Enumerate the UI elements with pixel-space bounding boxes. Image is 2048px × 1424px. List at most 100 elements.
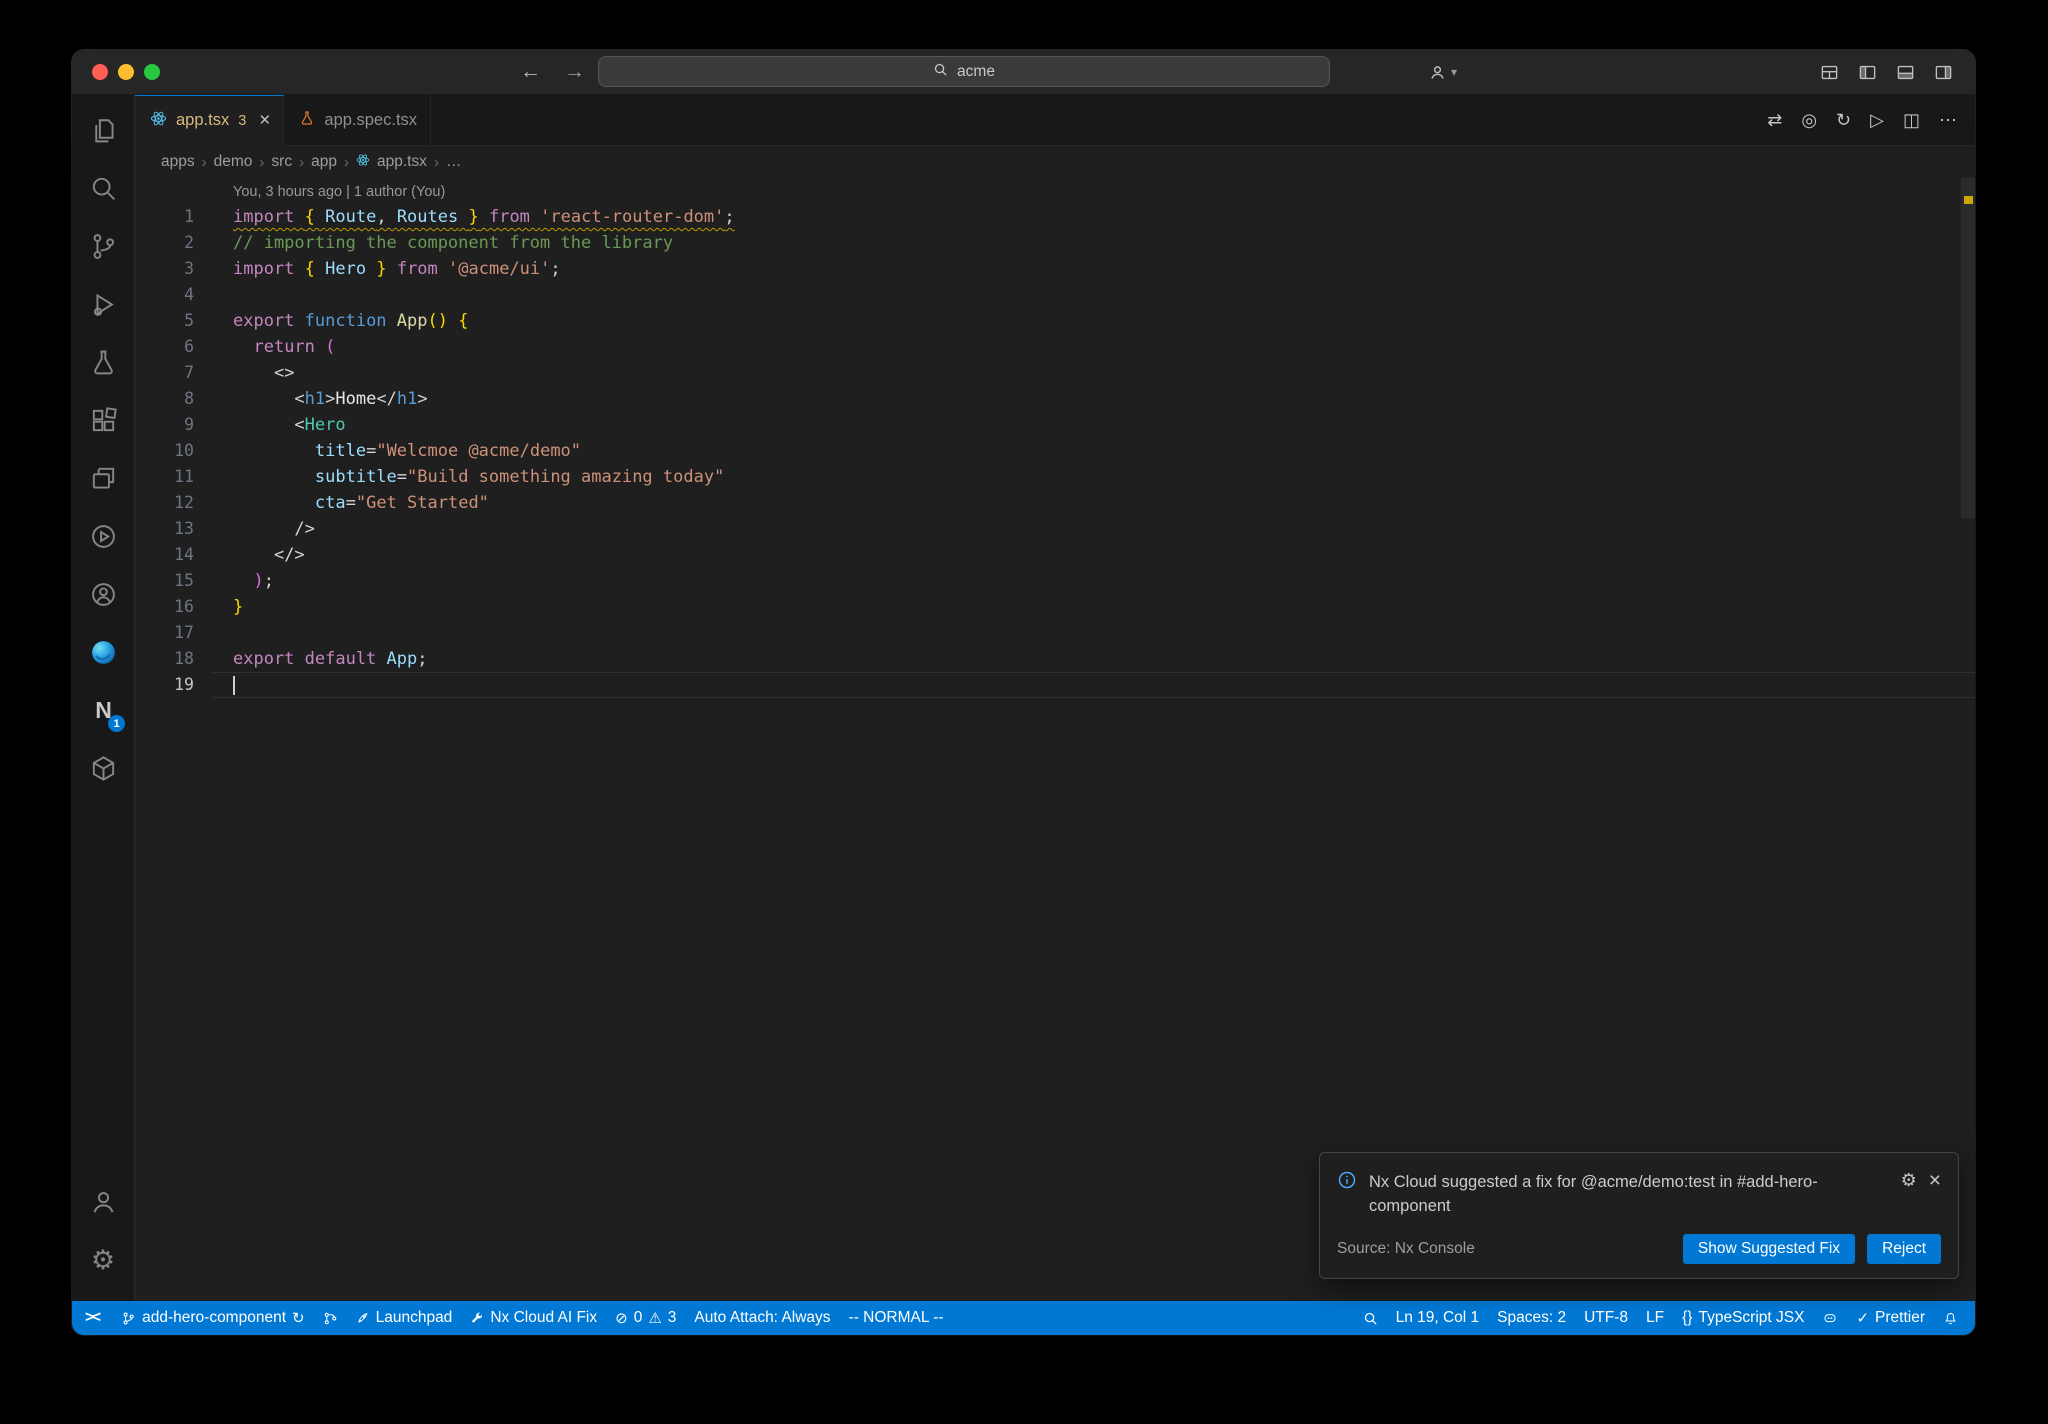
toggle-secondary-sidebar-icon[interactable] bbox=[1934, 63, 1953, 82]
open-changes-icon[interactable]: ⇄ bbox=[1767, 111, 1782, 129]
code-line[interactable] bbox=[213, 282, 1975, 308]
code-line[interactable]: title="Welcmoe @acme/demo" bbox=[213, 438, 1975, 464]
tab-problems-badge: 3 bbox=[238, 112, 247, 129]
activity-item-user-circle[interactable] bbox=[72, 565, 134, 623]
activity-item-accounts[interactable] bbox=[72, 1173, 134, 1231]
profile-menu-button[interactable]: ▾ bbox=[1428, 50, 1457, 94]
activity-item-nx-console[interactable]: N 1 bbox=[72, 681, 134, 739]
line-number: 10 bbox=[174, 441, 194, 460]
activity-item-play-circle[interactable] bbox=[72, 507, 134, 565]
close-window-button[interactable] bbox=[92, 64, 108, 80]
split-editor-icon[interactable]: ◫ bbox=[1903, 111, 1920, 129]
activity-item-package[interactable] bbox=[72, 739, 134, 797]
cursor-position-label: Ln 19, Col 1 bbox=[1395, 1309, 1480, 1326]
remote-indicator[interactable]: >< bbox=[72, 1301, 112, 1335]
code-line[interactable]: // importing the component from the libr… bbox=[213, 230, 1975, 256]
activity-item-extensions[interactable] bbox=[72, 391, 134, 449]
activity-item-search[interactable] bbox=[72, 159, 134, 217]
code-line[interactable]: <> bbox=[213, 360, 1975, 386]
code-line[interactable] bbox=[213, 620, 1975, 646]
code-line[interactable]: </> bbox=[213, 542, 1975, 568]
breadcrumb-item[interactable]: app.tsx bbox=[377, 153, 427, 171]
line-number: 9 bbox=[184, 415, 194, 434]
activity-item-source-control[interactable] bbox=[72, 217, 134, 275]
toggle-sidebar-icon[interactable] bbox=[1858, 63, 1877, 82]
magnifier-icon bbox=[1363, 1311, 1378, 1326]
minimize-window-button[interactable] bbox=[118, 64, 134, 80]
code-line[interactable]: <h1>Home</h1> bbox=[213, 386, 1975, 412]
code-line[interactable]: <Hero bbox=[213, 412, 1975, 438]
code-line[interactable]: return ( bbox=[213, 334, 1975, 360]
codelens[interactable]: You, 3 hours ago | 1 author (You) bbox=[213, 180, 1975, 204]
activity-item-testing[interactable] bbox=[72, 333, 134, 391]
notification-settings-icon[interactable]: ⚙ bbox=[1901, 1170, 1917, 1192]
breadcrumb-item[interactable]: src bbox=[271, 153, 292, 171]
customize-layout-icon[interactable] bbox=[1820, 63, 1839, 82]
timeline-history-icon[interactable]: ↻ bbox=[1836, 111, 1851, 129]
nx-cloud-fix-button[interactable]: Nx Cloud AI Fix bbox=[461, 1301, 606, 1335]
warning-squiggle: import { Route, Routes } from 'react-rou… bbox=[233, 207, 735, 227]
indentation-indicator[interactable]: Spaces: 2 bbox=[1488, 1301, 1575, 1335]
more-actions-icon[interactable]: ⋯ bbox=[1939, 111, 1957, 129]
breadcrumb-item[interactable]: app bbox=[311, 153, 337, 171]
tab-app-spec-tsx[interactable]: app.spec.tsx bbox=[284, 95, 432, 145]
breadcrumb-item[interactable]: apps bbox=[161, 153, 195, 171]
notifications-bell[interactable] bbox=[1934, 1301, 1967, 1335]
code-line[interactable]: import { Route, Routes } from 'react-rou… bbox=[213, 204, 1975, 230]
cursor-position-indicator[interactable]: Ln 19, Col 1 bbox=[1387, 1301, 1489, 1335]
breadcrumb-item[interactable]: demo bbox=[214, 153, 253, 171]
prettier-status[interactable]: ✓ Prettier bbox=[1847, 1301, 1934, 1335]
history-forward-button[interactable]: → bbox=[564, 50, 585, 94]
react-file-icon bbox=[150, 110, 167, 132]
copilot-status[interactable] bbox=[1813, 1301, 1847, 1335]
run-file-icon[interactable]: ▷ bbox=[1870, 111, 1884, 129]
encoding-indicator[interactable]: UTF-8 bbox=[1575, 1301, 1637, 1335]
gutter-spacer bbox=[135, 180, 213, 204]
code-line[interactable]: import { Hero } from '@acme/ui'; bbox=[213, 256, 1975, 282]
activity-item-edge[interactable] bbox=[72, 623, 134, 681]
breadcrumb-item[interactable]: … bbox=[446, 153, 462, 171]
code-line[interactable]: /> bbox=[213, 516, 1975, 542]
line-number: 19 bbox=[174, 675, 194, 694]
scrollbar[interactable] bbox=[1961, 178, 1975, 1301]
code-line[interactable]: ); bbox=[213, 568, 1975, 594]
auto-attach-indicator[interactable]: Auto Attach: Always bbox=[685, 1301, 839, 1335]
git-branch-status[interactable]: add-hero-component ↻ bbox=[112, 1301, 313, 1335]
code-line[interactable]: subtitle="Build something amazing today" bbox=[213, 464, 1975, 490]
reject-button[interactable]: Reject bbox=[1867, 1234, 1941, 1264]
run-debug-icon bbox=[89, 290, 118, 319]
show-suggested-fix-button[interactable]: Show Suggested Fix bbox=[1682, 1234, 1856, 1264]
toggle-panel-icon[interactable] bbox=[1896, 63, 1915, 82]
zoom-indicator[interactable] bbox=[1354, 1301, 1387, 1335]
code-line[interactable]: export function App() { bbox=[213, 308, 1975, 334]
close-notification-icon[interactable]: × bbox=[1929, 1170, 1941, 1191]
code-editor[interactable]: 1 2 3 4 5 6 7 8 9 10 11 12 13 14 15 16 17 18 19 You, 3 hou… bbox=[135, 178, 1975, 1301]
notification-source: Source: Nx Console bbox=[1337, 1240, 1475, 1257]
close-tab-icon[interactable]: × bbox=[259, 111, 270, 130]
maximize-window-button[interactable] bbox=[144, 64, 160, 80]
code-line[interactable] bbox=[213, 672, 1975, 698]
code-area[interactable]: You, 3 hours ago | 1 author (You) import… bbox=[213, 180, 1975, 1301]
vim-mode-indicator[interactable]: -- NORMAL -- bbox=[840, 1301, 953, 1335]
language-mode-indicator[interactable]: {} TypeScript JSX bbox=[1673, 1301, 1813, 1335]
launchpad-button[interactable]: Launchpad bbox=[347, 1301, 462, 1335]
line-number: 12 bbox=[174, 493, 194, 512]
tab-app-tsx[interactable]: app.tsx 3 × bbox=[135, 95, 285, 146]
code-line[interactable]: export default App; bbox=[213, 646, 1975, 672]
blame-toggle-icon[interactable]: ◎ bbox=[1801, 111, 1817, 129]
test-file-icon bbox=[299, 110, 315, 131]
command-center-search[interactable]: acme bbox=[598, 56, 1330, 87]
activity-item-run-debug[interactable] bbox=[72, 275, 134, 333]
activity-item-settings[interactable]: ⚙ bbox=[72, 1231, 134, 1289]
commit-graph-button[interactable] bbox=[314, 1301, 347, 1335]
line-number: 3 bbox=[184, 259, 194, 278]
user-circle-icon bbox=[89, 580, 118, 609]
code-line[interactable]: } bbox=[213, 594, 1975, 620]
activity-item-windows[interactable] bbox=[72, 449, 134, 507]
eol-indicator[interactable]: LF bbox=[1637, 1301, 1673, 1335]
scrollbar-thumb[interactable] bbox=[1961, 178, 1975, 518]
activity-item-explorer[interactable] bbox=[72, 101, 134, 159]
history-back-button[interactable]: ← bbox=[520, 50, 541, 94]
code-line[interactable]: cta="Get Started" bbox=[213, 490, 1975, 516]
problems-indicator[interactable]: ⊘ 0 ⚠ 3 bbox=[606, 1301, 685, 1335]
